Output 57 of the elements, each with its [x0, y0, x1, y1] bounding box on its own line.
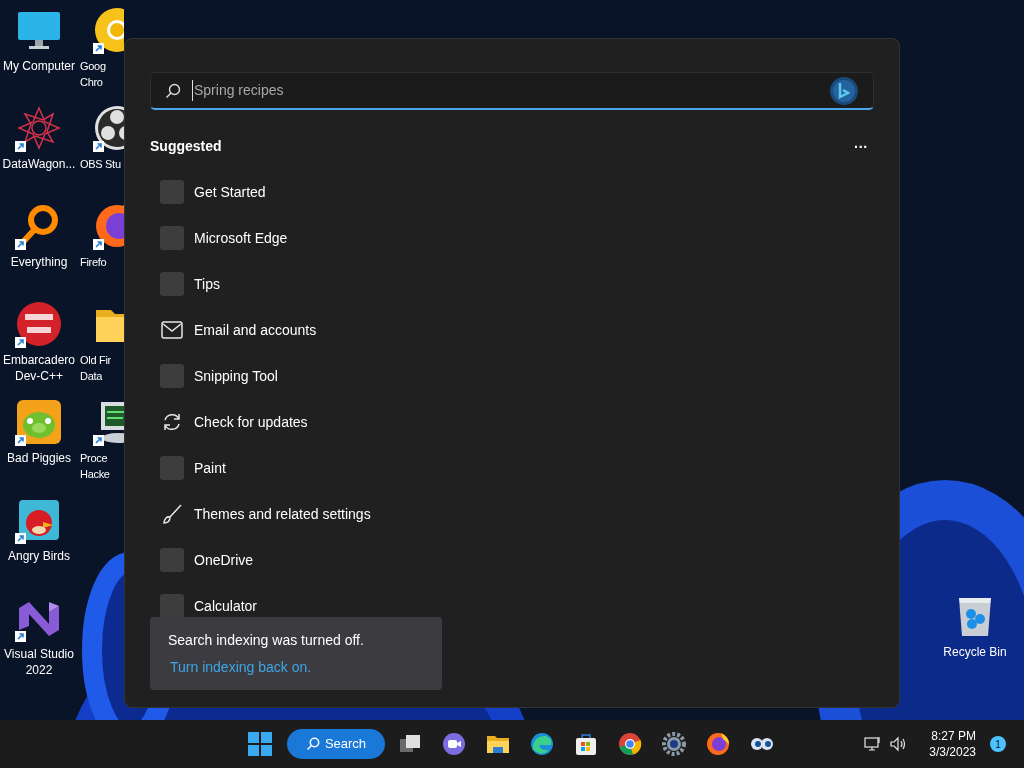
suggestion-item[interactable]: Get Started [150, 169, 874, 215]
desktop-icon-label[interactable]: Angry Birds [8, 548, 70, 564]
suggestion-item[interactable]: Paint [150, 445, 874, 491]
turn-indexing-on-link[interactable]: Turn indexing back on. [168, 656, 312, 678]
app-tile-icon [160, 272, 184, 296]
desktop-icon-label[interactable]: OBS Stu [80, 156, 121, 172]
refresh-icon [161, 411, 183, 433]
notification-count[interactable]: 1 [990, 736, 1006, 752]
network-icon[interactable] [864, 736, 883, 752]
desktop-icon-label[interactable]: Firefo [80, 254, 107, 270]
clock-time[interactable]: 8:27 PM [931, 728, 976, 744]
section-heading: Suggested [150, 137, 222, 156]
edge-icon[interactable] [529, 731, 555, 757]
desktop-icon-label[interactable]: Recycle Bin [943, 644, 1007, 660]
volume-icon[interactable] [889, 736, 908, 752]
app-tile-icon [160, 226, 184, 250]
suggestion-item[interactable]: Snipping Tool [150, 353, 874, 399]
suggestion-item[interactable]: Check for updates [150, 399, 874, 445]
brush-icon [161, 503, 183, 525]
desktop-icon-label[interactable]: Visual Studio 2022 [4, 646, 74, 678]
desktop-icon-label[interactable]: Embarcadero Dev-C++ [2, 352, 75, 384]
pig-icon [15, 398, 63, 446]
star-pattern-icon [15, 104, 63, 152]
suggestion-item[interactable]: OneDrive [150, 537, 874, 583]
devcpp-icon [15, 300, 63, 348]
start-icon[interactable] [248, 732, 272, 756]
search-icon [165, 82, 181, 99]
notice-message: Search indexing was turned off. [168, 630, 365, 650]
suggestion-item[interactable]: Email and accounts [150, 307, 874, 353]
chat-bubble-logo-icon[interactable] [829, 75, 859, 106]
desktop-icon-label[interactable]: Goog Chro [80, 58, 106, 90]
suggestion-item[interactable]: Microsoft Edge [150, 215, 874, 261]
search-button[interactable]: Search [287, 729, 385, 759]
search-field[interactable]: Spring recipes [192, 80, 829, 101]
suggestion-item[interactable]: Tips [150, 261, 874, 307]
search-bar[interactable]: Spring recipes [150, 72, 874, 110]
store-bag-icon[interactable] [573, 731, 599, 757]
chat-icon[interactable] [441, 731, 467, 757]
search-icon [305, 737, 320, 751]
desktop-icon-label[interactable]: DataWagon... [2, 156, 76, 172]
settings-icon[interactable] [661, 731, 687, 757]
chrome-icon[interactable] [617, 731, 643, 757]
clock-date[interactable]: 3/3/2023 [929, 744, 976, 760]
suggestion-item[interactable]: Calculator [150, 583, 874, 629]
mail-icon [161, 321, 183, 339]
firefox-icon[interactable] [705, 731, 731, 757]
app-tile-icon [160, 364, 184, 388]
app-tile-icon [160, 456, 184, 480]
desktop-icon-label[interactable]: Everything [10, 254, 68, 270]
app-tile-icon [160, 180, 184, 204]
desktop-icon-label[interactable]: My Computer [3, 58, 75, 74]
more-options-button[interactable]: ··· [848, 139, 874, 154]
desktop-icon-label[interactable]: Proce Hacke [80, 450, 110, 482]
suggestion-item[interactable]: Themes and related settings [150, 491, 874, 537]
desktop-icon-label[interactable]: Bad Piggies [6, 450, 71, 466]
desktop-icon-label[interactable]: Old Fir Data [80, 352, 111, 384]
app-tile-icon [160, 548, 184, 572]
